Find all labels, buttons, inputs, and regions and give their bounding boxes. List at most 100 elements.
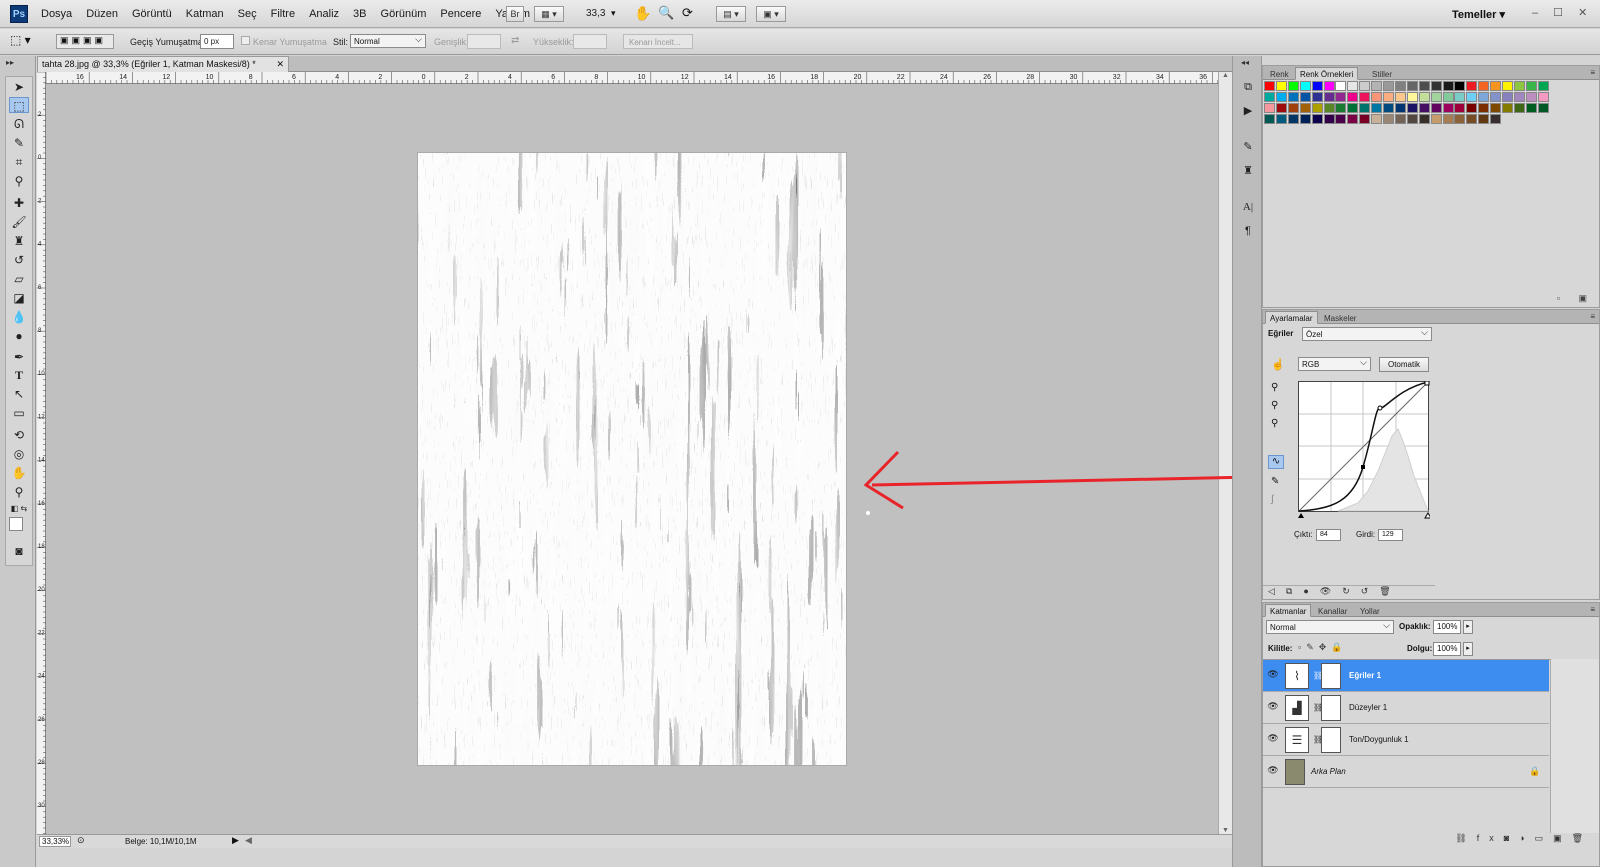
- color-swatch[interactable]: [1490, 81, 1502, 91]
- color-swatch[interactable]: [1466, 103, 1478, 113]
- screen-mode-button[interactable]: ▣ ▾: [756, 6, 786, 22]
- antialias-checkbox[interactable]: [241, 36, 250, 45]
- color-swatch[interactable]: [1442, 114, 1454, 124]
- collapse-panels-icon[interactable]: ◂◂: [1241, 58, 1249, 67]
- color-swatch[interactable]: [1299, 103, 1311, 113]
- color-swatch[interactable]: [1502, 103, 1513, 113]
- lasso-tool-icon[interactable]: ᘏ: [9, 116, 29, 132]
- eraser-tool-icon[interactable]: ▱: [9, 271, 29, 287]
- menu-item-filtre[interactable]: Filtre: [264, 8, 302, 20]
- color-swatch[interactable]: [1430, 81, 1442, 91]
- arrange-documents-button[interactable]: ▤ ▾: [716, 6, 746, 22]
- color-swatch[interactable]: [1264, 81, 1275, 91]
- color-swatch[interactable]: [1287, 81, 1299, 91]
- paint-bucket-tool-icon[interactable]: ◪: [9, 290, 29, 306]
- color-swatch[interactable]: [1335, 81, 1347, 91]
- paragraph-panel-icon[interactable]: ¶: [1240, 224, 1256, 238]
- status-info-icon[interactable]: ⊙: [77, 835, 85, 846]
- color-swatch[interactable]: [1323, 103, 1335, 113]
- color-swatch[interactable]: [1335, 114, 1347, 124]
- 3d-orbit-tool-icon[interactable]: ◎: [9, 446, 29, 462]
- status-zoom[interactable]: 33,33%: [39, 836, 71, 847]
- color-swatch[interactable]: [1383, 81, 1394, 91]
- color-swatch[interactable]: [1490, 114, 1502, 124]
- channel-select[interactable]: RGB: [1298, 357, 1371, 371]
- color-swatch[interactable]: [1502, 92, 1513, 102]
- color-swatch[interactable]: [1394, 92, 1406, 102]
- color-swatch[interactable]: [1394, 114, 1406, 124]
- color-swatch[interactable]: [1454, 114, 1466, 124]
- tab-maskeler[interactable]: Maskeler: [1319, 311, 1361, 324]
- brushes-panel-icon[interactable]: ✎: [1240, 140, 1256, 154]
- curve-points-tool-icon[interactable]: ∿: [1268, 455, 1284, 469]
- menu-item-duzen[interactable]: Düzen: [79, 8, 125, 20]
- brush-tool-icon[interactable]: 🖌: [9, 214, 29, 230]
- color-swatch[interactable]: [1311, 114, 1323, 124]
- panel-menu-icon[interactable]: ≡: [1590, 312, 1595, 321]
- color-swatch[interactable]: [1275, 92, 1287, 102]
- path-selection-tool-icon[interactable]: ↖: [9, 386, 29, 402]
- color-swatch[interactable]: [1394, 103, 1406, 113]
- color-swatch[interactable]: [1299, 114, 1311, 124]
- preset-select[interactable]: Özel: [1302, 327, 1432, 341]
- white-point-eyedropper-icon[interactable]: ⚲: [1271, 418, 1278, 429]
- smooth-curve-icon[interactable]: ∫: [1271, 494, 1274, 505]
- color-swatch[interactable]: [1430, 114, 1442, 124]
- vertical-scrollbar[interactable]: ▲ ▼: [1218, 72, 1232, 834]
- default-colors-icon[interactable]: ◧ ⇆: [9, 501, 29, 517]
- layers-scrollbar[interactable]: [1551, 659, 1599, 833]
- color-swatch[interactable]: [1478, 114, 1490, 124]
- color-swatch[interactable]: [1371, 81, 1383, 91]
- tab-katmanlar[interactable]: Katmanlar: [1265, 604, 1312, 617]
- color-swatch[interactable]: [1490, 103, 1502, 113]
- menu-item-3b[interactable]: 3B: [346, 8, 373, 20]
- color-swatch[interactable]: [1371, 103, 1383, 113]
- rectangular-marquee-tool-icon[interactable]: ⬚: [9, 97, 29, 113]
- style-select[interactable]: Normal: [350, 34, 426, 48]
- color-swatch[interactable]: [1454, 92, 1466, 102]
- blur-tool-icon[interactable]: 💧: [9, 309, 29, 325]
- color-swatch[interactable]: [1371, 114, 1383, 124]
- color-swatch[interactable]: [1513, 92, 1525, 102]
- marquee-preset-icon[interactable]: ⬚ ▾: [10, 33, 31, 47]
- color-swatch[interactable]: [1311, 92, 1323, 102]
- color-swatch[interactable]: [1287, 103, 1299, 113]
- menu-item-sec[interactable]: Seç: [231, 8, 264, 20]
- color-swatch[interactable]: [1454, 81, 1466, 91]
- color-swatch[interactable]: [1418, 81, 1430, 91]
- clone-stamp-tool-icon[interactable]: ♜: [9, 233, 29, 249]
- color-swatch[interactable]: [1490, 92, 1502, 102]
- bridge-button[interactable]: Br: [506, 6, 524, 22]
- color-swatch[interactable]: [1347, 92, 1359, 102]
- zoom-tool-icon[interactable]: ⚲: [9, 484, 29, 500]
- color-swatch[interactable]: [1478, 81, 1490, 91]
- color-swatch[interactable]: [1311, 103, 1323, 113]
- color-swatch[interactable]: [1430, 92, 1442, 102]
- color-swatch[interactable]: [1513, 81, 1525, 91]
- type-tool-icon[interactable]: T: [9, 367, 29, 383]
- color-swatch[interactable]: [1537, 92, 1549, 102]
- color-swatch[interactable]: [1466, 92, 1478, 102]
- color-swatch[interactable]: [1406, 81, 1418, 91]
- curves-graph[interactable]: [1298, 381, 1430, 521]
- foreground-color-swatch[interactable]: [9, 517, 23, 531]
- color-swatch[interactable]: [1323, 114, 1335, 124]
- color-swatch[interactable]: [1383, 92, 1394, 102]
- color-swatch[interactable]: [1335, 92, 1347, 102]
- tab-ayarlamalar[interactable]: Ayarlamalar: [1265, 311, 1318, 324]
- color-swatch[interactable]: [1513, 103, 1525, 113]
- rectangle-shape-tool-icon[interactable]: ▭: [9, 405, 29, 421]
- color-swatch[interactable]: [1323, 92, 1335, 102]
- tab-yollar[interactable]: Yollar: [1355, 604, 1385, 617]
- color-swatch[interactable]: [1299, 81, 1311, 91]
- color-swatch[interactable]: [1406, 114, 1418, 124]
- color-swatch[interactable]: [1287, 114, 1299, 124]
- tab-kanallar[interactable]: Kanallar: [1313, 604, 1352, 617]
- color-swatch[interactable]: [1442, 81, 1454, 91]
- workspace-switcher[interactable]: Temeller ▾: [1452, 8, 1505, 21]
- character-panel-icon[interactable]: A|: [1240, 200, 1256, 214]
- color-swatch[interactable]: [1406, 103, 1418, 113]
- color-swatch[interactable]: [1359, 81, 1371, 91]
- auto-button[interactable]: Otomatik: [1379, 357, 1429, 372]
- color-swatch[interactable]: [1323, 81, 1335, 91]
